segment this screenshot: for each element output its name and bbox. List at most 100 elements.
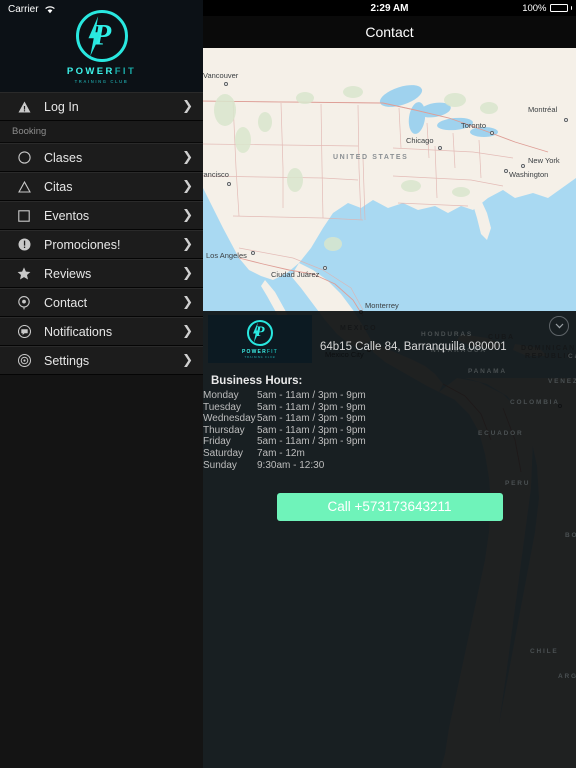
hours-day: Tuesday xyxy=(203,401,241,413)
app-screen: Carrier P POWERFIT TRAINING CLUB Log In xyxy=(0,0,576,768)
map-label-united-states: UNITED STATES xyxy=(333,154,409,161)
hours-time: 7am - 12m xyxy=(257,447,305,459)
hours-row: Wednesday 5am - 11am / 3pm - 9pm xyxy=(203,413,366,425)
map-label-peru: PERU xyxy=(505,480,531,487)
map-label-san-francisco: San Francisco xyxy=(203,170,229,179)
business-hours-title: Business Hours: xyxy=(211,375,303,387)
chevron-right-icon: ❯ xyxy=(182,208,193,223)
sidebar-item-clases[interactable]: Clases ❯ xyxy=(0,143,203,172)
chevron-right-icon: ❯ xyxy=(182,179,193,194)
map-city-dot xyxy=(504,169,508,173)
battery-icon xyxy=(549,4,568,12)
map-label-bolivia: BOLIVIA xyxy=(565,532,576,539)
map-city-dot xyxy=(438,146,442,150)
business-hours-table: Monday 5am - 11am / 3pm - 9pm Tuesday 5a… xyxy=(203,390,366,471)
powerfit-logo-icon: P xyxy=(247,319,273,346)
map-label-chile: CHILE xyxy=(530,648,559,655)
hours-row: Sunday 9:30am - 12:30 xyxy=(203,460,366,472)
brand-name: POWERFIT xyxy=(67,67,136,77)
sidebar-item-label: Promociones! xyxy=(44,237,121,252)
map-city-dot xyxy=(490,131,494,135)
address-row: P POWERFIT TRAINING CLUB 64b15 Calle 84,… xyxy=(203,311,576,367)
sidebar-item-reviews[interactable]: Reviews ❯ xyxy=(0,259,203,288)
hours-time: 5am - 11am / 3pm - 9pm xyxy=(257,413,366,425)
circle-icon xyxy=(12,151,36,164)
map-city-dot xyxy=(251,251,255,255)
sidebar-item-promociones[interactable]: Promociones! ❯ xyxy=(0,230,203,259)
hours-row: Tuesday 5am - 11am / 3pm - 9pm xyxy=(203,402,366,414)
hours-day: Saturday xyxy=(203,447,244,459)
thumbnail-brand-name: POWERFIT xyxy=(242,349,278,355)
sidebar-item-contact[interactable]: Contact ❯ xyxy=(0,288,203,317)
sidebar-item-settings[interactable]: Settings ❯ xyxy=(0,346,203,375)
sidebar-item-label: Clases xyxy=(44,150,83,165)
map-label-montreal: Montréal xyxy=(528,105,558,114)
brand-name-part1: POWER xyxy=(66,66,115,78)
chevron-right-icon: ❯ xyxy=(182,237,193,252)
place-detail-panel: HONDURAS NICARAGUA PANAMA VENEZUELA COLO… xyxy=(203,311,576,768)
chevron-right-icon: ❯ xyxy=(182,324,193,339)
map-city-dot xyxy=(521,164,525,168)
chevron-right-icon: ❯ xyxy=(182,150,193,165)
chevron-down-circle-icon[interactable] xyxy=(549,316,569,336)
hours-row: Saturday 7am - 12m xyxy=(203,448,366,460)
map-city-dot xyxy=(564,118,568,122)
sidebar-item-label: Contact xyxy=(44,295,88,310)
battery-percent-label: 100% xyxy=(522,2,547,14)
status-time: 2:29 AM xyxy=(370,2,409,14)
hours-time: 5am - 11am / 3pm - 9pm xyxy=(257,401,366,413)
hours-day: Friday xyxy=(203,436,231,448)
sidebar-item-notifications[interactable]: Notifications ❯ xyxy=(0,317,203,346)
hours-time: 5am - 11am / 3pm - 9pm xyxy=(257,424,366,436)
wifi-icon xyxy=(44,6,55,14)
square-outline-icon xyxy=(12,209,36,222)
hours-day: Wednesday xyxy=(203,413,256,425)
map-label-new-york: New York xyxy=(528,156,560,165)
sidebar-item-label: Notifications xyxy=(44,324,113,339)
map-label-los-angeles: Los Angeles xyxy=(206,251,247,260)
brand-tagline: TRAINING CLUB xyxy=(74,78,129,84)
chevron-right-icon: ❯ xyxy=(182,353,193,368)
map-label-chicago: Chicago xyxy=(406,136,434,145)
sidebar-item-eventos[interactable]: Eventos ❯ xyxy=(0,201,203,230)
star-icon xyxy=(12,267,36,280)
page-title: Contact xyxy=(365,24,414,40)
sidebar-item-label: Settings xyxy=(44,353,90,368)
hours-time: 5am - 11am / 3pm - 9pm xyxy=(257,390,366,401)
map-container[interactable]: Vancouver Montréal Toronto Chicago New Y… xyxy=(203,48,576,768)
call-button[interactable]: Call +573173643211 xyxy=(276,493,503,522)
map-pin-icon xyxy=(12,295,36,310)
map-city-dot xyxy=(323,266,327,270)
map-label-panama: PANAMA xyxy=(468,368,507,375)
hours-row: Friday 5am - 11am / 3pm - 9pm xyxy=(203,436,366,448)
hours-row: Monday 5am - 11am / 3pm - 9pm xyxy=(203,390,366,402)
map-label-ciudad-juarez: Ciudad Juárez xyxy=(271,270,320,279)
map-label-ecuador: ECUADOR xyxy=(478,430,524,437)
brand-header: Carrier P POWERFIT TRAINING CLUB xyxy=(0,0,203,92)
content-pane: 2:29 AM 100% Contact Vancouver Montréal … xyxy=(203,0,576,768)
exclamation-circle-icon xyxy=(12,238,36,251)
sidebar-item-label: Reviews xyxy=(44,266,92,281)
battery-indicator: 100% xyxy=(522,3,572,14)
carrier-label: Carrier xyxy=(8,4,39,15)
nav-bar: Contact xyxy=(203,16,576,48)
sidebar-item-label: Citas xyxy=(44,179,73,194)
sidebar: Carrier P POWERFIT TRAINING CLUB Log In xyxy=(0,0,203,768)
map-label-toronto: Toronto xyxy=(461,121,487,130)
sidebar-item-log-in[interactable]: Log In ❯ xyxy=(0,92,203,121)
map-label-monterrey: Monterrey xyxy=(365,301,399,310)
hours-day: Monday xyxy=(203,390,239,401)
sidebar-item-citas[interactable]: Citas ❯ xyxy=(0,172,203,201)
gear-icon xyxy=(12,354,36,367)
powerfit-logo-icon: P xyxy=(75,10,128,63)
hours-day: Thursday xyxy=(203,424,245,436)
map-label-vancouver: Vancouver xyxy=(203,71,239,80)
map-label-colombia: COLOMBIA xyxy=(510,399,560,406)
thumb-name-part2: FIT xyxy=(266,348,278,355)
triangle-outline-icon xyxy=(12,180,36,193)
place-logo-thumbnail: P POWERFIT TRAINING CLUB xyxy=(208,315,312,363)
warning-triangle-icon xyxy=(12,101,36,113)
sidebar-section-booking: Booking xyxy=(0,121,203,143)
thumb-name-part1: POWER xyxy=(242,348,267,355)
map-label-argentina: ARGENTINA xyxy=(558,673,576,680)
